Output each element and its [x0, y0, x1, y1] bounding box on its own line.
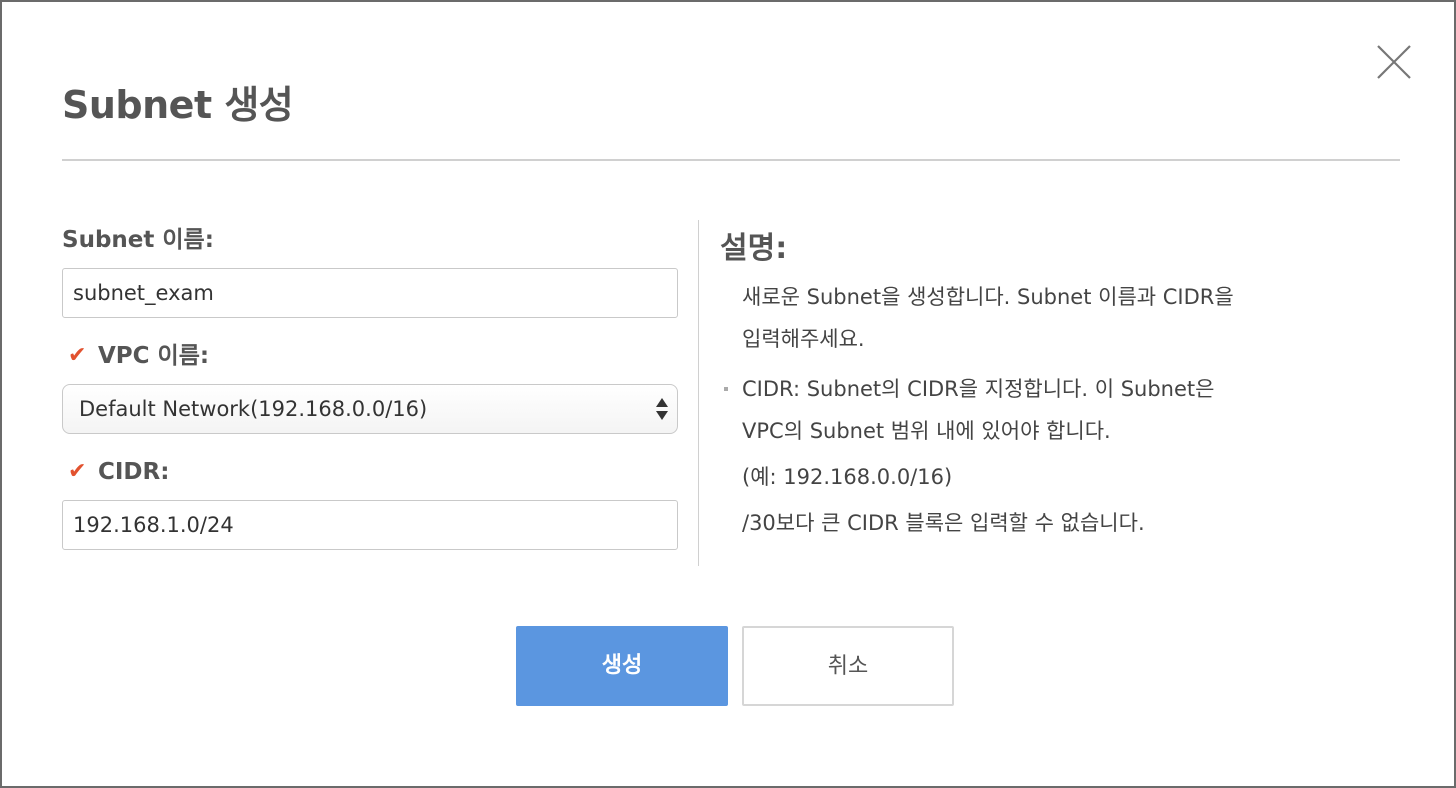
vpc-name-selected-value: Default Network(192.168.0.0/16): [79, 397, 428, 421]
dialog-title: Subnet 생성: [62, 83, 294, 127]
select-arrows-icon: [656, 398, 668, 420]
vpc-name-label: ✔ VPC 이름:: [62, 340, 678, 372]
description-cidr-line4: /30보다 큰 CIDR 블록은 입력할 수 없습니다.: [742, 511, 1145, 535]
form-panel: Subnet 이름: ✔ VPC 이름: Default Network(192…: [62, 224, 678, 550]
subnet-name-label: Subnet 이름:: [62, 224, 678, 256]
cidr-label-text: CIDR:: [98, 459, 170, 485]
checkmark-icon: ✔: [68, 343, 87, 368]
checkmark-icon: ✔: [68, 459, 87, 484]
description-cidr-line3: (예: 192.168.0.0/16): [742, 465, 953, 489]
subnet-create-dialog: Subnet 생성 Subnet 이름: ✔ VPC 이름: Default N…: [0, 0, 1456, 788]
title-divider: [62, 159, 1400, 161]
create-button[interactable]: 생성: [516, 626, 728, 706]
cidr-label: ✔ CIDR:: [62, 456, 678, 488]
vpc-name-select[interactable]: Default Network(192.168.0.0/16): [62, 384, 678, 434]
vpc-name-label-text: VPC 이름:: [98, 343, 210, 369]
description-intro-line2: 입력해주세요.: [742, 327, 865, 351]
description-title: 설명:: [720, 231, 788, 266]
bullet-icon: [724, 387, 728, 391]
close-icon[interactable]: [1374, 42, 1414, 82]
cidr-input[interactable]: [62, 500, 678, 550]
description-intro-line1: 새로운 Subnet을 생성합니다. Subnet 이름과 CIDR을: [742, 285, 1234, 309]
description-cidr-line1: CIDR: Subnet의 CIDR을 지정합니다. 이 Subnet은: [724, 368, 1380, 410]
subnet-name-input[interactable]: [62, 268, 678, 318]
description-cidr-line2: VPC의 Subnet 범위 내에 있어야 합니다.: [742, 419, 1111, 443]
vertical-divider: [698, 220, 699, 566]
description-panel: 설명: 새로운 Subnet을 생성합니다. Subnet 이름과 CIDR을 …: [720, 228, 1380, 544]
description-cidr-line1-text: CIDR: Subnet의 CIDR을 지정합니다. 이 Subnet은: [742, 377, 1215, 401]
cancel-button[interactable]: 취소: [742, 626, 954, 706]
subnet-name-label-text: Subnet 이름:: [62, 227, 214, 253]
